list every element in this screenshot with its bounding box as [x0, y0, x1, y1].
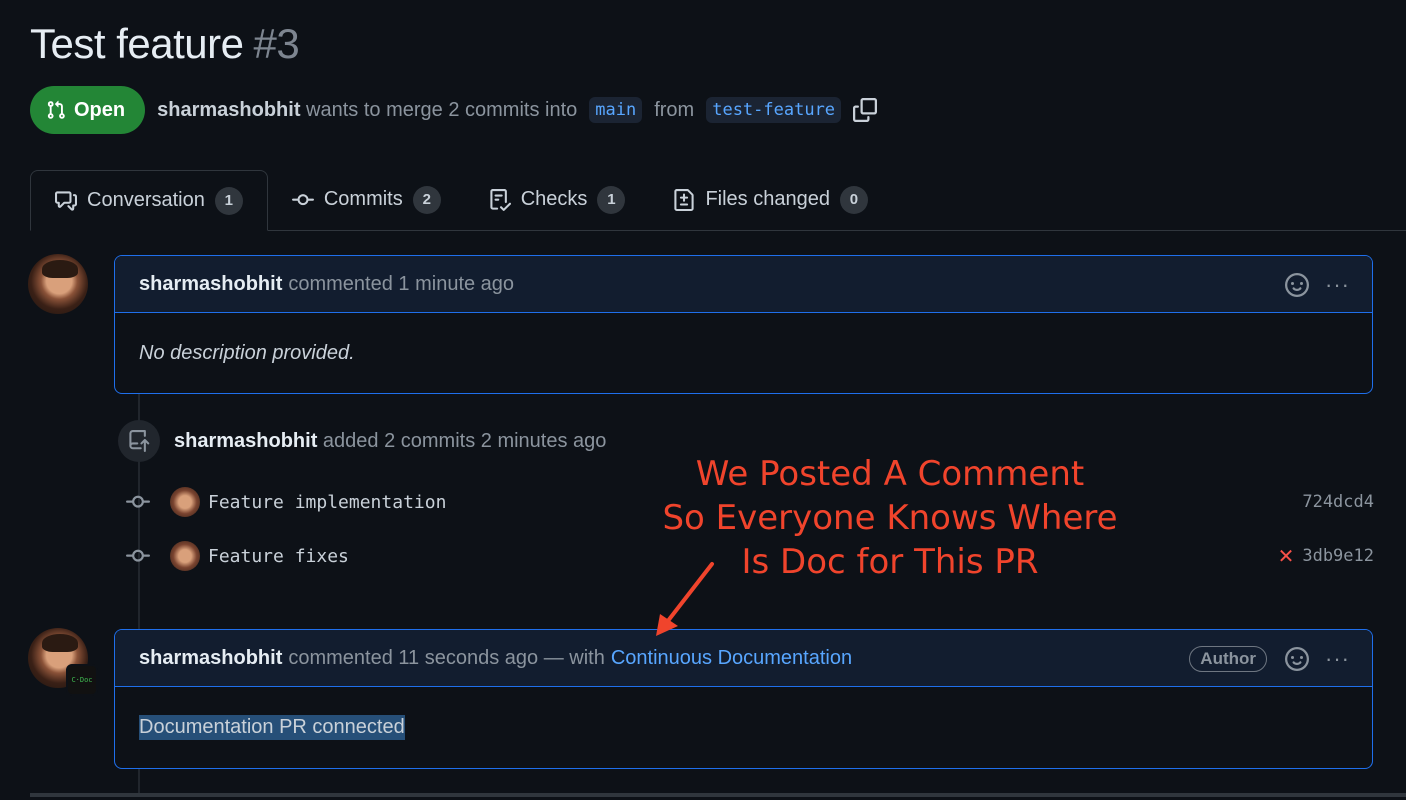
comment-description: sharmashobhit commented 1 minute ago ···… [114, 255, 1373, 394]
commit-sha-link[interactable]: 724dcd4 [1302, 492, 1374, 512]
comment-body: Documentation PR connected [115, 687, 1372, 768]
author-role-badge: Author [1189, 645, 1268, 672]
checklist-icon [490, 188, 511, 211]
tab-files-changed-count: 0 [839, 185, 868, 214]
tab-commits-count: 2 [412, 185, 441, 214]
avatar[interactable] [28, 254, 88, 314]
kebab-horizontal-icon[interactable]: ··· [1325, 272, 1350, 298]
comment-meta: commented 11 seconds ago — with [288, 646, 605, 669]
comment-bot: sharmashobhit commented 11 seconds ago —… [114, 629, 1373, 769]
git-commit-icon [291, 193, 314, 205]
pr-tabs: Conversation 1 Commits 2 Checks 1 Files … [30, 170, 1406, 231]
divider [30, 793, 1406, 797]
head-branch-link[interactable]: test-feature [706, 97, 842, 123]
commits-event: sharmashobhit added 2 commits 2 minutes … [118, 420, 606, 462]
annotation-line: So Everyone Knows Where [662, 498, 1118, 538]
file-diff-icon [674, 188, 695, 211]
tab-conversation-label: Conversation [87, 189, 205, 211]
comment-body-text: No description provided. [139, 341, 355, 364]
from-text: from [654, 98, 695, 121]
smiley-icon[interactable] [1285, 646, 1310, 671]
annotation-line: We Posted A Comment [695, 454, 1085, 494]
comment-meta: commented 1 minute ago [288, 272, 515, 295]
git-commit-icon [126, 495, 150, 508]
git-commit-icon [126, 549, 150, 562]
event-author-link[interactable]: sharmashobhit [174, 430, 317, 452]
app-link[interactable]: Continuous Documentation [611, 647, 852, 670]
smiley-icon[interactable] [1285, 272, 1310, 297]
tab-checks-label: Checks [520, 188, 588, 210]
git-pull-request-icon [47, 100, 65, 119]
commit-message-link[interactable]: Feature fixes [208, 546, 349, 567]
pr-author-link[interactable]: sharmashobhit [157, 99, 300, 121]
base-branch-link[interactable]: main [589, 97, 643, 123]
pr-title-text: Test feature [30, 20, 244, 67]
comment-header: sharmashobhit commented 1 minute ago ··· [115, 256, 1372, 313]
tab-conversation-count: 1 [214, 186, 243, 215]
pr-meta: Open sharmashobhit wants to merge 2 comm… [30, 86, 878, 134]
comment-body-text: Documentation PR connected [139, 715, 405, 740]
comment-author-link[interactable]: sharmashobhit [139, 647, 282, 670]
merge-text: wants to merge 2 commits into [306, 98, 578, 121]
tab-files-changed-label: Files changed [705, 188, 830, 210]
open-state-label: Open [74, 98, 126, 121]
pr-number: #3 [253, 20, 300, 67]
copy-icon[interactable] [853, 98, 878, 122]
comment-author-link[interactable]: sharmashobhit [139, 273, 282, 296]
check-failed-icon[interactable]: ✕ [1278, 544, 1295, 568]
avatar[interactable] [170, 487, 200, 517]
timeline-line [138, 769, 140, 793]
tab-files-changed[interactable]: Files changed 0 [649, 169, 892, 230]
annotation-arrow-icon [656, 562, 714, 636]
tab-conversation[interactable]: Conversation 1 [30, 170, 268, 231]
kebab-horizontal-icon[interactable]: ··· [1325, 646, 1350, 672]
tab-commits-label: Commits [323, 188, 403, 210]
commit-sha-link[interactable]: 3db9e12 [1302, 546, 1374, 566]
comment-discussion-icon [55, 190, 77, 211]
pr-title: Test feature #3 [30, 20, 300, 68]
tab-commits[interactable]: Commits 2 [268, 169, 465, 230]
tab-checks-count: 1 [597, 185, 626, 214]
open-state-badge: Open [30, 86, 146, 134]
tab-checks[interactable]: Checks 1 [465, 169, 650, 230]
app-badge: C·Doc [66, 664, 98, 696]
repo-push-icon [118, 420, 160, 462]
comment-body: No description provided. [115, 313, 1372, 393]
comment-header: sharmashobhit commented 11 seconds ago —… [115, 630, 1372, 687]
avatar[interactable] [170, 541, 200, 571]
commit-message-link[interactable]: Feature implementation [208, 492, 446, 513]
event-text: added 2 commits 2 minutes ago [322, 429, 607, 452]
